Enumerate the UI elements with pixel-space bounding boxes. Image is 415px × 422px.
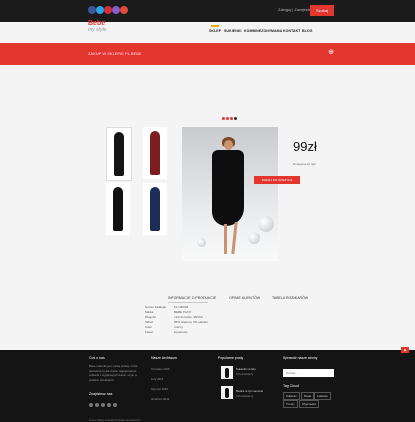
spec-label: Fason — [145, 330, 154, 334]
spec-value: BEBE PL/NY — [174, 310, 192, 314]
archive-link[interactable]: Luty 2015 — [151, 377, 163, 381]
footer-about-line: Bebe sukienki jest marką polską, od lat — [89, 364, 138, 368]
dress-image — [225, 368, 229, 378]
dress-burgundy — [150, 131, 160, 175]
archive-link[interactable]: Grudzień 2014 — [151, 397, 169, 401]
page-banner — [0, 43, 415, 65]
header — [0, 22, 415, 42]
dress-navy — [150, 187, 160, 231]
footer-bottom-links[interactable]: Home Sklep Kontakt Polityka prywatności — [89, 418, 141, 422]
spec-label: Długość — [145, 315, 156, 319]
dress-black — [113, 187, 123, 231]
product-thumbnail[interactable] — [106, 183, 130, 235]
slider-dot[interactable] — [222, 117, 225, 120]
tab-reviews[interactable]: OPINIE KLIENTÓW — [229, 296, 260, 300]
tag-item[interactable]: Kolekcja — [314, 392, 331, 400]
post-title[interactable]: Sukienki na lato — [236, 367, 256, 371]
add-to-cart-button[interactable]: DODAJ DO KOSZYKA — [254, 176, 300, 184]
tag-item[interactable]: Trendy — [283, 400, 298, 408]
ornament-image — [248, 232, 260, 244]
pinterest-icon[interactable] — [101, 403, 105, 407]
nav-item-mama[interactable]: MAMA — [271, 29, 282, 33]
spec-value: czarny — [174, 325, 183, 329]
spec-value: kopertowy — [174, 330, 188, 334]
twitter-icon[interactable] — [95, 403, 99, 407]
post-title[interactable]: Modne w tym sezonie — [236, 389, 263, 393]
spec-label: Skład — [145, 320, 153, 324]
account-links[interactable]: Zaloguj | Zarejestruj — [278, 7, 313, 12]
pinterest-icon[interactable] — [104, 6, 112, 14]
facebook-icon[interactable] — [89, 403, 93, 407]
spec-label: Marka — [145, 310, 154, 314]
post-meta: 0 Komentarzy — [236, 372, 254, 376]
ornament-image — [258, 216, 274, 232]
nav-item-sklep[interactable]: SKLEP — [209, 29, 221, 33]
spec-value: 95% wiskoza, 5% elastan — [174, 320, 209, 324]
footer-popular-title: Popularne posty — [218, 356, 244, 360]
footer-about-line: polskich szwalniach. — [89, 377, 115, 382]
footer — [0, 350, 415, 422]
footer-search-input[interactable] — [283, 369, 334, 377]
facebook-icon[interactable] — [88, 6, 96, 14]
scroll-to-top-button[interactable]: ▲ — [401, 347, 409, 353]
banner-title: ZAKUP W SKLEPIE PL BEBE — [88, 51, 142, 56]
spec-value: 10.100093 — [174, 305, 189, 309]
twitter-icon[interactable] — [96, 6, 104, 14]
tag-item[interactable]: Sukienki — [283, 392, 300, 400]
tag-item[interactable]: Wyprzedaż — [299, 400, 319, 408]
footer-search-title: Sprawdź nasze strony — [283, 356, 318, 360]
logo[interactable]: Bebe my style — [88, 20, 114, 38]
spec-label: Kolor — [145, 325, 153, 329]
tab-product-info[interactable]: INFORMACJE O PRODUKCIE — [168, 296, 216, 300]
logo-word: Bebe — [88, 20, 106, 27]
nav-item-blog[interactable]: BLOG — [302, 29, 313, 33]
slider-dot[interactable] — [230, 117, 233, 120]
nav-active-indicator — [211, 25, 219, 27]
dress-black-wrap — [114, 132, 124, 176]
availability-text: Dostępna od ręki — [293, 162, 316, 166]
product-thumbnail[interactable] — [106, 127, 132, 181]
nav-item-sukienki[interactable]: SUKIENKI — [224, 29, 242, 33]
slider-dot-active[interactable] — [234, 117, 237, 120]
footer-find-title: Znajdziesz nas — [89, 392, 113, 396]
model-head — [224, 140, 233, 150]
nav-item-kombinezony[interactable]: KOMBINEZONY — [244, 29, 271, 33]
top-bar — [0, 0, 415, 22]
product-thumbnail[interactable] — [143, 183, 167, 235]
model-dress — [212, 150, 244, 226]
archive-link[interactable]: Styczeń 2015 — [151, 387, 168, 391]
footer-about-text: Bebe sukienki jest marką polską, od lat … — [89, 364, 137, 382]
instagram-icon[interactable] — [107, 403, 111, 407]
archive-link[interactable]: Czerwiec 2015 — [151, 367, 170, 371]
spec-label: Numer katalogu — [145, 305, 167, 309]
tab-underline — [168, 302, 208, 303]
logo-tagline: my style — [88, 27, 107, 33]
dress-image — [225, 388, 229, 398]
slider-dot[interactable] — [226, 117, 229, 120]
post-thumbnail[interactable] — [221, 366, 233, 379]
search-button[interactable]: Szukaj — [310, 5, 334, 16]
footer-about-line: sukienki z wyjątkowych tkanin, szyte w — [89, 373, 137, 377]
footer-tags-title: Tag Cloud — [283, 384, 299, 388]
instagram-icon[interactable] — [112, 6, 120, 14]
ornament-image — [197, 238, 206, 247]
spec-value: midi do kolan, 98/100 — [174, 315, 203, 319]
footer-archive-title: Nasze Archiwum — [151, 356, 178, 360]
product-thumbnail[interactable] — [143, 127, 167, 179]
post-meta: 0 Komentarzy — [236, 394, 254, 398]
tab-size-chart[interactable]: TABELA ROZMIARÓW — [272, 296, 308, 300]
footer-about-title: Coś o nas — [89, 356, 105, 360]
model-leg — [224, 224, 227, 254]
product-price: 99zł — [293, 139, 317, 154]
nav-item-kontakt[interactable]: KONTAKT — [283, 29, 301, 33]
post-thumbnail[interactable] — [221, 386, 233, 399]
cart-icon[interactable]: ⊕ — [326, 48, 336, 57]
youtube-icon[interactable] — [113, 403, 117, 407]
tag-item[interactable]: Moda — [301, 392, 314, 400]
google-plus-icon[interactable] — [120, 6, 128, 14]
